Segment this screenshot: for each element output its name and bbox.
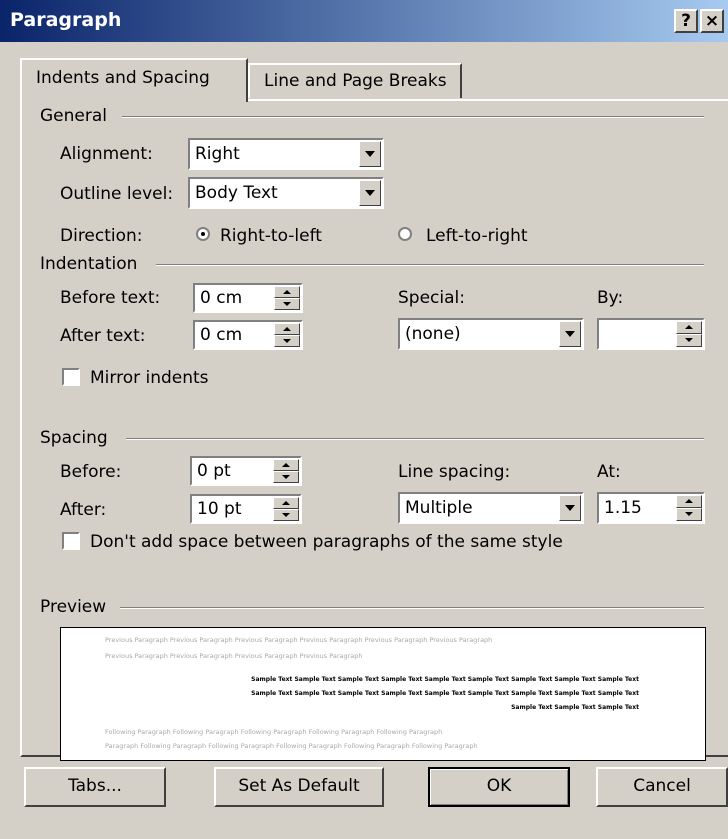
- window-title: Paragraph: [10, 9, 122, 31]
- spin-up-icon[interactable]: [676, 321, 702, 334]
- spin-up-icon[interactable]: [274, 323, 300, 335]
- group-header-spacing: Spacing: [40, 428, 116, 448]
- spinner[interactable]: [274, 286, 300, 310]
- after-text-label: After text:: [60, 326, 146, 346]
- direction-label: Direction:: [60, 226, 143, 246]
- preview-previous-line: Previous Paragraph Previous Paragraph Pr…: [105, 652, 363, 660]
- spacing-after-label: After:: [60, 500, 107, 520]
- divider: [122, 116, 704, 118]
- special-label: Special:: [398, 288, 465, 308]
- help-button[interactable]: ?: [674, 9, 698, 33]
- title-bar: Paragraph ? ×: [0, 0, 728, 42]
- spin-up-icon[interactable]: [273, 497, 299, 509]
- spin-up-icon[interactable]: [676, 495, 702, 508]
- before-text-label: Before text:: [60, 288, 161, 308]
- spinner[interactable]: [273, 497, 299, 521]
- by-label: By:: [597, 288, 624, 308]
- outline-level-label: Outline level:: [60, 184, 174, 204]
- spin-up-icon[interactable]: [273, 459, 299, 471]
- spinner[interactable]: [274, 323, 300, 347]
- spinner[interactable]: [676, 321, 702, 347]
- spinner[interactable]: [676, 495, 702, 521]
- line-spacing-label: Line spacing:: [398, 462, 511, 482]
- spin-down-icon[interactable]: [273, 509, 299, 521]
- preview-following-line: Paragraph Following Paragraph Following …: [105, 742, 478, 750]
- tab-label: Line and Page Breaks: [264, 71, 447, 91]
- spin-down-icon[interactable]: [273, 471, 299, 483]
- preview-sample-line: Sample Text Sample Text Sample Text Samp…: [251, 690, 639, 697]
- radio-left-to-right[interactable]: [398, 227, 412, 241]
- rtl-label[interactable]: Right-to-left: [220, 226, 322, 246]
- at-value: 1.15: [604, 498, 642, 518]
- alignment-label: Alignment:: [60, 144, 153, 164]
- tab-indents-and-spacing[interactable]: Indents and Spacing: [20, 58, 248, 102]
- at-input[interactable]: 1.15: [597, 492, 705, 524]
- before-text-value: 0 cm: [200, 288, 243, 308]
- spacing-before-label: Before:: [60, 462, 122, 482]
- mirror-indents-checkbox[interactable]: [62, 368, 80, 386]
- line-spacing-value: Multiple: [405, 498, 473, 518]
- group-header-preview: Preview: [40, 597, 115, 617]
- spin-down-icon[interactable]: [274, 298, 300, 310]
- spacing-after-input[interactable]: 10 pt: [190, 494, 302, 524]
- chevron-down-icon[interactable]: [359, 141, 381, 167]
- spacing-before-value: 0 pt: [197, 461, 231, 481]
- preview-previous-line: Previous Paragraph Previous Paragraph Pr…: [105, 636, 493, 644]
- preview-following-line: Following Paragraph Following Paragraph …: [105, 728, 443, 736]
- special-dropdown[interactable]: (none): [398, 318, 584, 350]
- chevron-down-icon[interactable]: [559, 321, 581, 347]
- ok-button[interactable]: OK: [428, 767, 570, 807]
- mirror-indents-label[interactable]: Mirror indents: [90, 368, 209, 388]
- close-button[interactable]: ×: [700, 9, 724, 33]
- by-input[interactable]: [597, 318, 705, 350]
- spacing-after-value: 10 pt: [197, 499, 242, 519]
- before-text-input[interactable]: 0 cm: [193, 283, 303, 313]
- outline-level-dropdown[interactable]: Body Text: [188, 177, 384, 209]
- divider: [126, 438, 704, 440]
- alignment-value: Right: [195, 144, 240, 164]
- spacing-before-input[interactable]: 0 pt: [190, 456, 302, 486]
- spin-up-icon[interactable]: [274, 286, 300, 298]
- cancel-button[interactable]: Cancel: [596, 767, 728, 807]
- spinner[interactable]: [273, 459, 299, 483]
- radio-right-to-left[interactable]: [196, 227, 210, 241]
- after-text-value: 0 cm: [200, 325, 243, 345]
- ltr-label[interactable]: Left-to-right: [426, 226, 528, 246]
- tab-line-and-page-breaks[interactable]: Line and Page Breaks: [248, 63, 462, 98]
- dont-add-space-label[interactable]: Don't add space between paragraphs of th…: [90, 532, 563, 552]
- set-as-default-button[interactable]: Set As Default: [214, 767, 384, 807]
- alignment-dropdown[interactable]: Right: [188, 138, 384, 170]
- spin-down-icon[interactable]: [676, 508, 702, 521]
- tab-label: Indents and Spacing: [36, 68, 210, 88]
- tabs-button[interactable]: Tabs...: [24, 767, 166, 807]
- after-text-input[interactable]: 0 cm: [193, 320, 303, 350]
- dont-add-space-checkbox[interactable]: [62, 532, 80, 550]
- spin-down-icon[interactable]: [676, 334, 702, 347]
- chevron-down-icon[interactable]: [359, 180, 381, 206]
- line-spacing-dropdown[interactable]: Multiple: [398, 492, 584, 524]
- preview-sample-line: Sample Text Sample Text Sample Text: [511, 704, 639, 711]
- group-header-indentation: Indentation: [40, 254, 146, 274]
- outline-level-value: Body Text: [195, 183, 278, 203]
- preview-pane: Previous Paragraph Previous Paragraph Pr…: [60, 627, 706, 761]
- special-value: (none): [405, 324, 461, 344]
- divider: [120, 607, 704, 609]
- preview-sample-line: Sample Text Sample Text Sample Text Samp…: [251, 676, 639, 683]
- at-label: At:: [597, 462, 621, 482]
- spin-down-icon[interactable]: [274, 335, 300, 347]
- group-header-general: General: [40, 106, 115, 126]
- chevron-down-icon[interactable]: [559, 495, 581, 521]
- divider: [156, 264, 704, 266]
